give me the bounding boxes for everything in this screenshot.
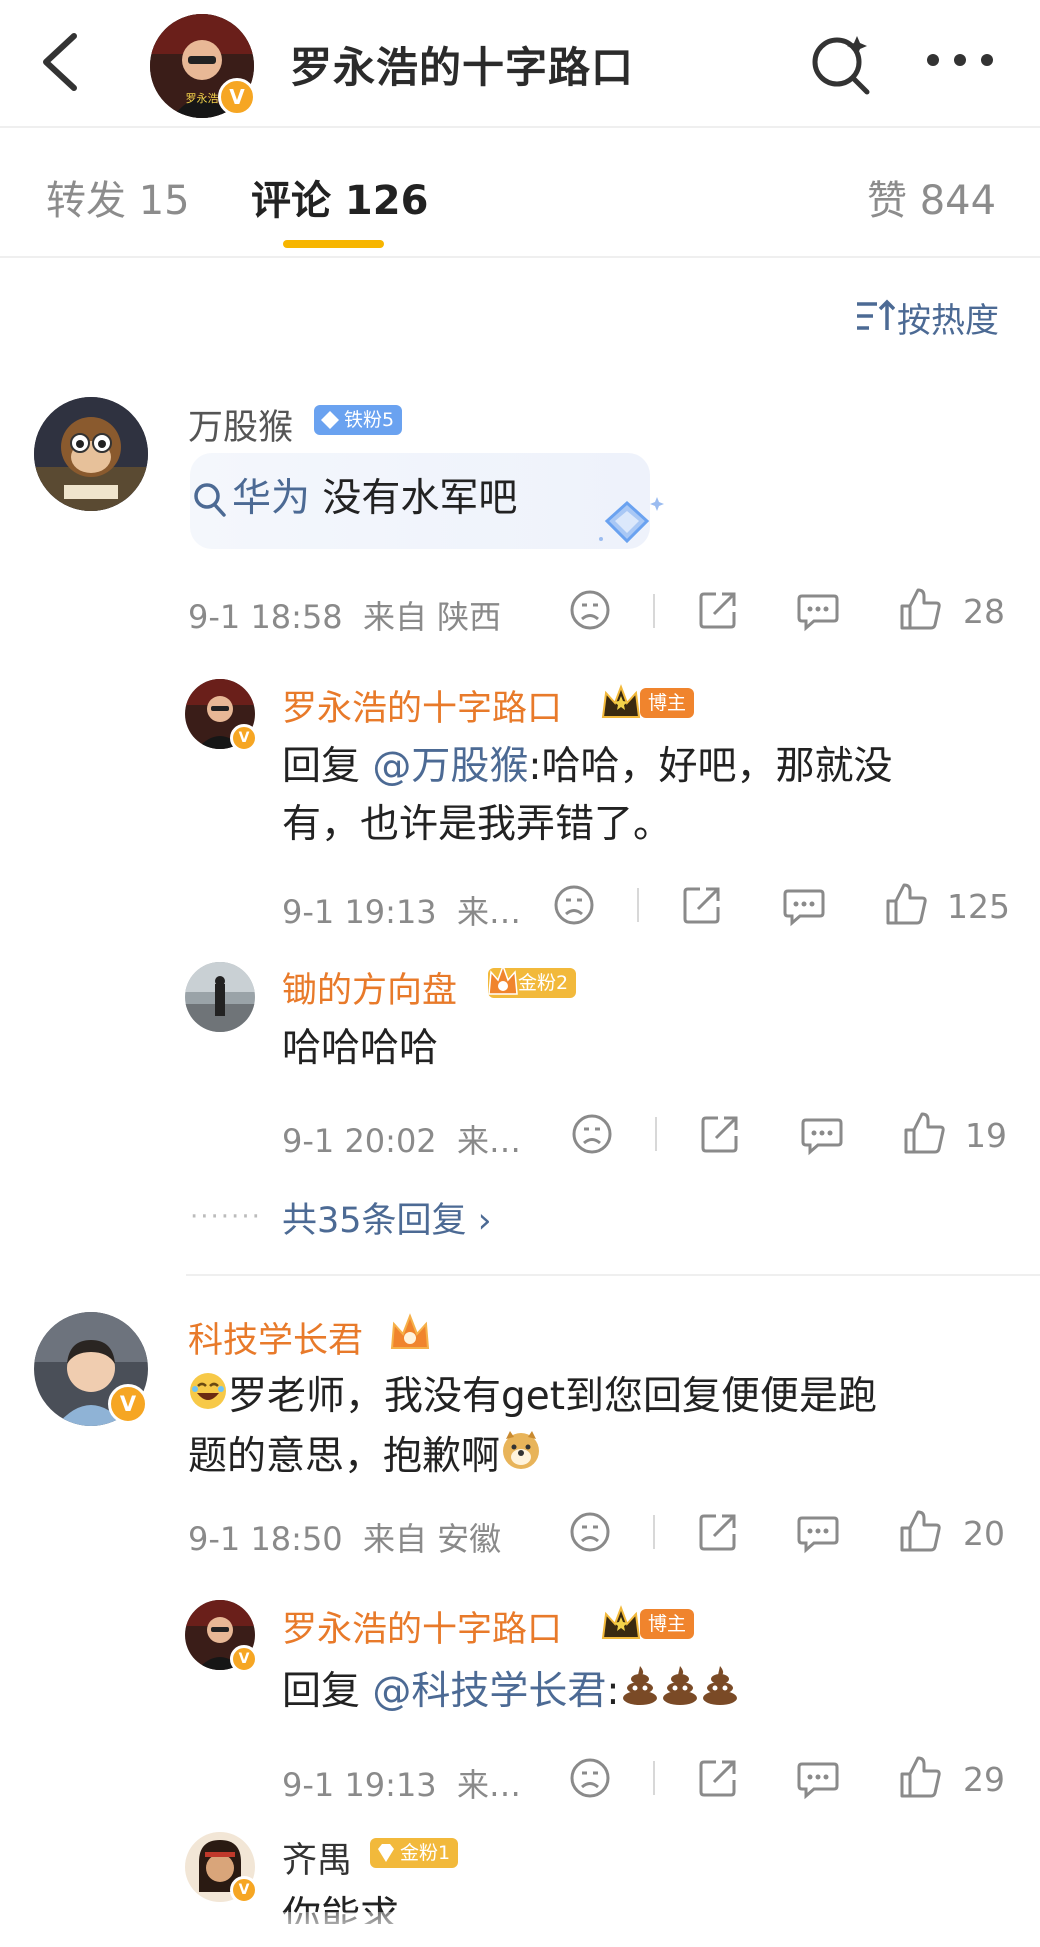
verified-badge-icon: V [230,1876,258,1904]
like-icon[interactable] [902,1110,946,1156]
vip-crown-icon [390,1313,430,1349]
topic-link[interactable]: 华为 [232,476,310,521]
tab-reposts[interactable]: 转发 15 [46,168,190,226]
bottom-fade [0,1912,1040,1947]
diamond-icon [321,411,339,429]
comment-username[interactable]: 罗永浩的十字路口 [282,1601,562,1652]
like-count: 29 [963,1760,1005,1799]
divider [653,1515,655,1549]
verified-badge-icon: V [230,1645,258,1673]
mention-link[interactable]: @万股猴 [372,744,528,789]
more-options-icon[interactable] [925,50,995,70]
share-icon[interactable] [698,1112,742,1156]
back-arrow-icon[interactable] [36,30,86,94]
comment-username[interactable]: 科技学长君 [188,1312,363,1363]
comment-icon[interactable] [796,1510,840,1554]
doge-emoji-icon [500,1429,542,1488]
like-count: 125 [947,887,1010,926]
comment-icon[interactable] [800,1112,844,1156]
share-icon[interactable] [696,1756,740,1800]
dislike-icon[interactable] [568,588,612,632]
divider [653,1761,655,1795]
comment-text: 华为 没有水军吧 [232,476,518,521]
like-icon[interactable] [898,1508,942,1554]
tabs-divider [0,256,1040,258]
comment-icon[interactable] [796,1756,840,1800]
divider [655,1117,657,1151]
divider [637,888,639,922]
host-badge: 博主 [640,1609,695,1639]
search-icon [194,483,226,517]
dislike-icon[interactable] [568,1756,612,1800]
like-icon[interactable] [898,1754,942,1800]
active-tab-indicator [283,240,384,248]
comment-username[interactable]: 万股猴 [188,399,293,450]
reply-meta: 9-1 20:02 来… [282,1122,522,1160]
comment-meta: 9-1 18:50 来自 安徽 [188,1520,502,1558]
fan-crown-icon [488,963,518,995]
poop-emoji-icon [620,1664,740,1723]
like-count: 19 [965,1116,1007,1155]
comment-username[interactable]: 齐禺 [282,1832,352,1883]
search-icon[interactable] [805,28,875,98]
like-count: 20 [963,1514,1005,1553]
fan-gem-icon [378,1844,394,1862]
verified-badge-icon: V [230,724,258,752]
share-icon[interactable] [680,883,724,927]
comment-icon[interactable] [796,588,840,632]
dislike-icon[interactable] [552,883,596,927]
like-icon[interactable] [884,881,928,927]
dislike-icon[interactable] [568,1510,612,1554]
host-badge: 博主 [640,688,695,718]
top-bar: 罗永浩 V 罗永浩的十字路口 [0,0,1040,126]
view-more-replies-link[interactable]: 共35条回复 › [282,1192,492,1243]
avatar[interactable] [34,397,148,511]
reply-meta: 9-1 19:13 来… [282,893,522,931]
share-icon[interactable] [696,588,740,632]
verified-badge-icon: V [218,78,256,116]
sort-icon [857,299,895,330]
crown-icon [601,684,641,718]
page-title: 罗永浩的十字路口 [290,43,635,92]
divider [653,594,655,628]
comment-divider [186,1274,1040,1276]
avatar[interactable] [185,962,255,1032]
like-icon[interactable] [898,586,942,632]
reply-meta: 9-1 19:13 来… [282,1766,522,1804]
tab-likes[interactable]: 赞 844 [867,168,996,226]
comment-username[interactable]: 锄的方向盘 [282,962,457,1013]
reply-text: 回复 @科技学长君: [282,1663,1002,1723]
sort-label: 按热度 [897,301,999,341]
svg-text:罗永浩: 罗永浩 [186,91,219,105]
comment-meta: 9-1 18:58 来自 陕西 [188,598,502,636]
tab-comments[interactable]: 评论 126 [251,168,428,226]
reply-text: 哈哈哈哈 [282,1026,439,1071]
laugh-emoji-icon [188,1370,228,1428]
verified-badge-icon: V [108,1384,148,1424]
share-icon[interactable] [696,1510,740,1554]
comment-text: 罗老师，我没有get到您回复便便是跑 题的意思，抱歉啊 [188,1368,1018,1488]
comment-username[interactable]: 罗永浩的十字路口 [282,680,562,731]
reply-text: 回复 @万股猴:哈哈，好吧，那就没 有，也许是我弄错了。 [282,744,893,847]
dots-decoration: ······· [190,1202,262,1232]
dislike-icon[interactable] [570,1112,614,1156]
sparkle-diamond-icon [599,497,664,544]
like-count: 28 [963,592,1005,631]
comment-icon[interactable] [782,883,826,927]
crown-icon [601,1605,641,1639]
mention-link[interactable]: @科技学长君 [372,1669,606,1714]
header-divider [0,126,1040,128]
